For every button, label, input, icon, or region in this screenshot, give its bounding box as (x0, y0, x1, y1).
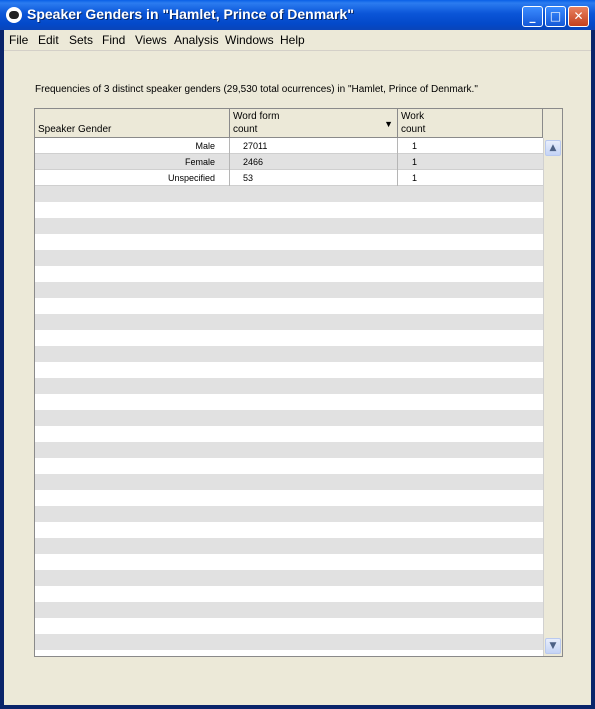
empty-row (35, 186, 543, 202)
cell-gender: Unspecified (35, 170, 230, 186)
cell-word-form-count: 27011 (230, 138, 398, 154)
column-header-work-count[interactable]: Work count (398, 109, 543, 138)
menu-help[interactable]: Help (280, 33, 305, 47)
empty-row (35, 394, 543, 410)
scroll-down-icon: ▼ (549, 641, 557, 651)
empty-row (35, 570, 543, 586)
sort-descending-icon: ▼ (384, 119, 393, 129)
app-icon[interactable] (6, 7, 22, 23)
menu-find[interactable]: Find (102, 33, 125, 47)
column-header-speaker-gender[interactable]: Speaker Gender (35, 109, 230, 138)
empty-row (35, 410, 543, 426)
cell-word-form-count: 53 (230, 170, 398, 186)
empty-row (35, 618, 543, 634)
empty-row (35, 650, 543, 656)
scroll-up-button[interactable]: ▲ (545, 140, 561, 156)
cell-work-count: 1 (412, 157, 418, 167)
maximize-button[interactable]: □ (545, 6, 566, 27)
table-body: Male 27011 1 Female 2466 1 Unspecified 5… (35, 138, 543, 656)
empty-row (35, 250, 543, 266)
column-header-label: count (401, 124, 426, 135)
column-header-label: Work (401, 111, 425, 122)
column-header-word-form-count[interactable]: Word form count ▼ (230, 109, 398, 138)
menu-views[interactable]: Views (135, 33, 167, 47)
table-row[interactable]: Unspecified 53 1 (35, 170, 543, 186)
empty-row (35, 330, 543, 346)
close-icon: ✕ (573, 9, 584, 23)
menu-bar: File Edit Sets Find Views Analysis Windo… (4, 30, 591, 51)
scroll-down-button[interactable]: ▼ (545, 638, 561, 654)
frequency-caption: Frequencies of 3 distinct speaker gender… (35, 84, 478, 95)
scroll-up-icon: ▲ (549, 143, 557, 153)
column-header-label: Speaker Gender (38, 124, 112, 135)
empty-row (35, 282, 543, 298)
menu-file[interactable]: File (9, 33, 28, 47)
empty-row (35, 554, 543, 570)
empty-row (35, 314, 543, 330)
empty-row (35, 266, 543, 282)
column-header-label: count (233, 124, 258, 135)
gender-table: Speaker Gender Word form count ▼ Work co… (34, 108, 563, 657)
empty-row (35, 506, 543, 522)
menu-sets[interactable]: Sets (69, 33, 93, 47)
empty-row (35, 218, 543, 234)
cell-work-count: 1 (412, 173, 418, 183)
title-bar[interactable]: Speaker Genders in "Hamlet, Prince of De… (0, 0, 595, 30)
vertical-scrollbar[interactable]: ▲ ▼ (543, 138, 562, 656)
table-row[interactable]: Female 2466 1 (35, 154, 543, 170)
cell-gender: Female (35, 154, 230, 170)
empty-row (35, 490, 543, 506)
empty-row (35, 298, 543, 314)
menu-edit[interactable]: Edit (38, 33, 59, 47)
empty-row (35, 586, 543, 602)
empty-row (35, 538, 543, 554)
minimize-button[interactable]: _ (522, 6, 543, 27)
maximize-icon: □ (549, 9, 562, 23)
empty-row (35, 346, 543, 362)
empty-row (35, 602, 543, 618)
window-title: Speaker Genders in "Hamlet, Prince of De… (27, 6, 354, 22)
empty-row (35, 634, 543, 650)
empty-row (35, 378, 543, 394)
minimize-icon: _ (529, 9, 536, 23)
empty-row (35, 234, 543, 250)
empty-row (35, 522, 543, 538)
empty-row (35, 202, 543, 218)
cell-gender: Male (35, 138, 230, 154)
table-row[interactable]: Male 27011 1 (35, 138, 543, 154)
menu-windows[interactable]: Windows (225, 33, 274, 47)
window-content: File Edit Sets Find Views Analysis Windo… (4, 30, 591, 705)
column-header-label: Word form (233, 111, 280, 122)
empty-row (35, 458, 543, 474)
application-window: Speaker Genders in "Hamlet, Prince of De… (0, 0, 595, 709)
close-button[interactable]: ✕ (568, 6, 589, 27)
menu-analysis[interactable]: Analysis (174, 33, 219, 47)
header-corner (543, 109, 562, 138)
cell-work-count: 1 (412, 141, 418, 151)
empty-row (35, 426, 543, 442)
empty-row (35, 474, 543, 490)
empty-row (35, 442, 543, 458)
empty-row (35, 362, 543, 378)
cell-word-form-count: 2466 (230, 154, 398, 170)
